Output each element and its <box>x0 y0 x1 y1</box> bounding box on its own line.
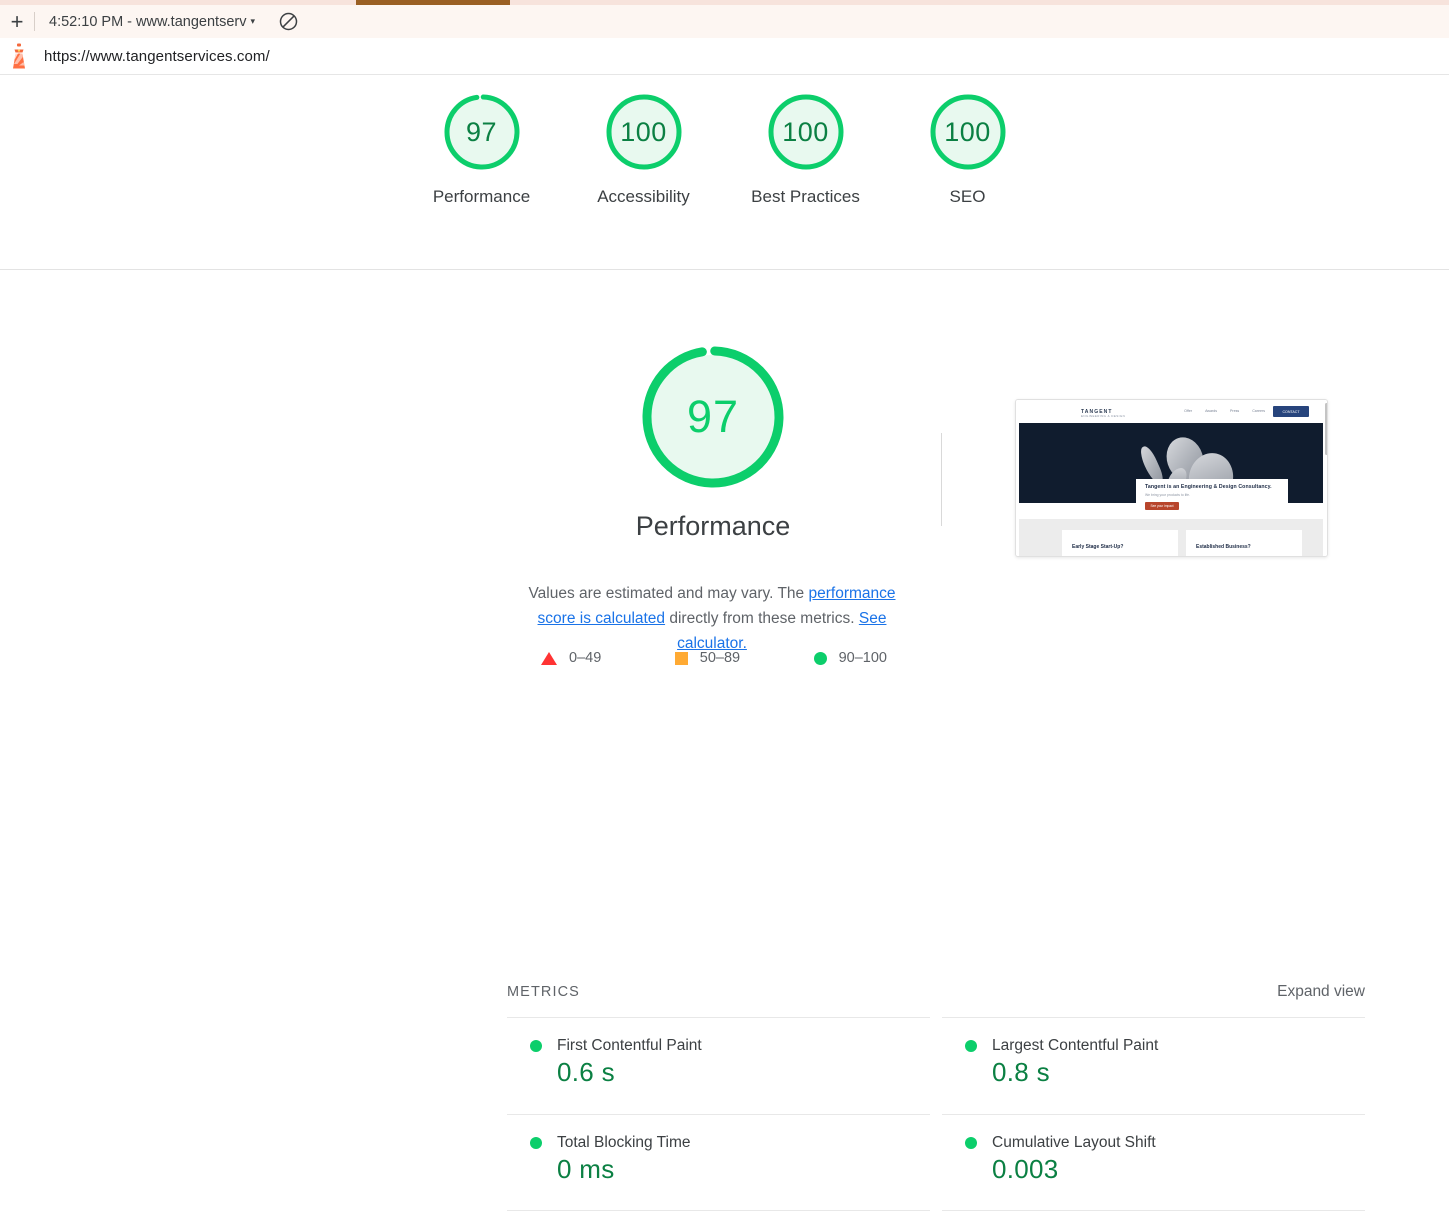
thumbnail-feature-card: Early Stage Start-Up? <box>1062 530 1178 556</box>
category-title: Performance <box>635 511 791 541</box>
category-description: Values are estimated and may vary. The p… <box>511 581 913 656</box>
thumbnail-feature-card: Established Business? <box>1186 530 1302 556</box>
thumbnail-feature-card-title: Established Business? <box>1196 544 1251 550</box>
description-text-part-1: Values are estimated and may vary. The <box>528 585 809 602</box>
lighthouse-icon <box>2 38 36 75</box>
thumbnail-page-render: TANGENT ENGINEERING & DESIGN Offer Award… <box>1016 400 1327 556</box>
toolbar-divider <box>34 12 35 31</box>
gauge-score-seo: 100 <box>944 116 991 147</box>
category-hero-row: 97 Performance TANGENT ENGINEERING & DES… <box>0 271 1449 561</box>
thumbnail-nav-item: Offer <box>1184 409 1193 413</box>
legend-label-pass: 90–100 <box>838 650 887 666</box>
metrics-header: METRICS Expand view <box>507 978 1365 1006</box>
score-gauge-accessibility[interactable]: 100 Accessibility <box>583 90 705 209</box>
triangle-fail-icon <box>541 651 557 665</box>
gauge-score-performance: 97 <box>465 116 498 147</box>
category-score: 97 <box>686 391 740 442</box>
description-text-part-2: directly from these metrics. <box>665 610 859 627</box>
performance-category-section: 97 Performance TANGENT ENGINEERING & DES… <box>0 271 1449 1211</box>
gauge-ring-performance: 97 <box>440 90 524 174</box>
thumbnail-hero-card: Tangent is an Engineering & Design Consu… <box>1136 479 1288 519</box>
gauge-score-accessibility: 100 <box>620 116 667 147</box>
metric-label: Cumulative Layout Shift <box>992 1134 1156 1151</box>
metric-label: First Contentful Paint <box>557 1037 702 1054</box>
metric-largest-contentful-paint[interactable]: Largest Contentful Paint 0.8 s <box>942 1017 1365 1114</box>
metric-name-row: Largest Contentful Paint <box>965 1037 1365 1055</box>
url-bar: https://www.tangentservices.com/ <box>0 38 1449 75</box>
circle-pass-icon <box>530 1137 542 1149</box>
session-label: 4:52:10 PM - www.tangentserv <box>49 13 247 30</box>
gauge-label-best-practices: Best Practices <box>751 187 860 206</box>
score-gauge-best-practices[interactable]: 100 Best Practices <box>745 90 867 209</box>
thumbnail-lower-band: Early Stage Start-Up? Established Busine… <box>1019 519 1323 556</box>
thumbnail-hero-title: Tangent is an Engineering & Design Consu… <box>1145 484 1272 490</box>
gauge-ring-best-practices: 100 <box>764 90 848 174</box>
metric-total-blocking-time[interactable]: Total Blocking Time 0 ms <box>507 1114 930 1211</box>
thumbnail-site-nav: Offer Awards Press Careers <box>1184 409 1265 413</box>
gauge-label-accessibility: Accessibility <box>597 187 690 206</box>
gauge-label-performance: Performance <box>432 187 531 206</box>
legend-item-fail: 0–49 <box>541 650 601 666</box>
thumbnail-cta-button: CONTACT <box>1273 406 1309 417</box>
metric-name-row: Total Blocking Time <box>530 1134 930 1152</box>
category-gauge-block: 97 Performance <box>513 343 913 542</box>
score-legend: 0–49 50–89 90–100 <box>511 650 913 666</box>
metric-value: 0.6 s <box>557 1057 615 1087</box>
gauge-ring-accessibility: 100 <box>602 90 686 174</box>
thumbnail-hero-subtitle: We bring your products to life. <box>1145 493 1190 497</box>
metrics-title: METRICS <box>507 984 580 1000</box>
metric-value: 0 ms <box>557 1154 615 1184</box>
no-entry-icon[interactable] <box>273 5 303 38</box>
hero-vertical-divider <box>941 433 942 526</box>
session-selector[interactable]: 4:52:10 PM - www.tangentserv ▾ <box>37 5 261 38</box>
metric-name-row: Cumulative Layout Shift <box>965 1134 1365 1152</box>
thumbnail-scrollbar <box>1325 403 1327 455</box>
circle-pass-icon <box>813 651 827 665</box>
extension-toolbar: + 4:52:10 PM - www.tangentserv ▾ <box>0 5 1449 38</box>
legend-label-fail: 0–49 <box>569 650 602 666</box>
thumbnail-site-logo-sub: ENGINEERING & DESIGN <box>1081 414 1126 418</box>
score-gauge-list: 97 Performance 100 Accessibility 100 Bes… <box>0 90 1449 209</box>
legend-item-average: 50–89 <box>674 650 741 666</box>
score-header: 97 Performance 100 Accessibility 100 Bes… <box>0 76 1449 270</box>
chevron-down-icon: ▾ <box>250 16 255 26</box>
legend-label-average: 50–89 <box>699 650 741 666</box>
thumbnail-nav-item: Awards <box>1205 409 1218 413</box>
metric-first-contentful-paint[interactable]: First Contentful Paint 0.6 s <box>507 1017 930 1114</box>
expand-view-toggle[interactable]: Expand view <box>1277 983 1365 1001</box>
score-gauge-performance[interactable]: 97 Performance <box>421 90 543 209</box>
url-text[interactable]: https://www.tangentservices.com/ <box>44 48 270 65</box>
metric-label: Largest Contentful Paint <box>992 1037 1159 1054</box>
thumbnail-hero-button: See your impact <box>1145 502 1179 510</box>
metrics-grid: First Contentful Paint 0.6 s Largest Con… <box>507 1017 1365 1211</box>
gauge-ring-seo: 100 <box>926 90 1010 174</box>
new-report-button[interactable]: + <box>0 5 34 38</box>
category-gauge-ring: 97 <box>639 343 787 491</box>
final-screenshot-thumbnail[interactable]: TANGENT ENGINEERING & DESIGN Offer Award… <box>1015 399 1328 557</box>
circle-pass-icon <box>965 1040 977 1052</box>
square-average-icon <box>674 651 688 665</box>
metric-cumulative-layout-shift[interactable]: Cumulative Layout Shift 0.003 <box>942 1114 1365 1211</box>
circle-pass-icon <box>530 1040 542 1052</box>
metric-value: 0.8 s <box>992 1057 1050 1087</box>
metric-label: Total Blocking Time <box>557 1134 691 1151</box>
thumbnail-feature-card-title: Early Stage Start-Up? <box>1072 544 1124 550</box>
score-gauge-seo[interactable]: 100 SEO <box>907 90 1029 209</box>
metric-name-row: First Contentful Paint <box>530 1037 930 1055</box>
thumbnail-site-header: TANGENT ENGINEERING & DESIGN Offer Award… <box>1019 402 1323 422</box>
circle-pass-icon <box>965 1137 977 1149</box>
gauge-label-seo: SEO <box>949 187 986 206</box>
gauge-score-best-practices: 100 <box>782 116 829 147</box>
thumbnail-nav-item: Careers <box>1252 409 1265 413</box>
metric-value: 0.003 <box>992 1154 1059 1184</box>
thumbnail-nav-item: Press <box>1230 409 1240 413</box>
legend-item-pass: 90–100 <box>813 650 887 666</box>
